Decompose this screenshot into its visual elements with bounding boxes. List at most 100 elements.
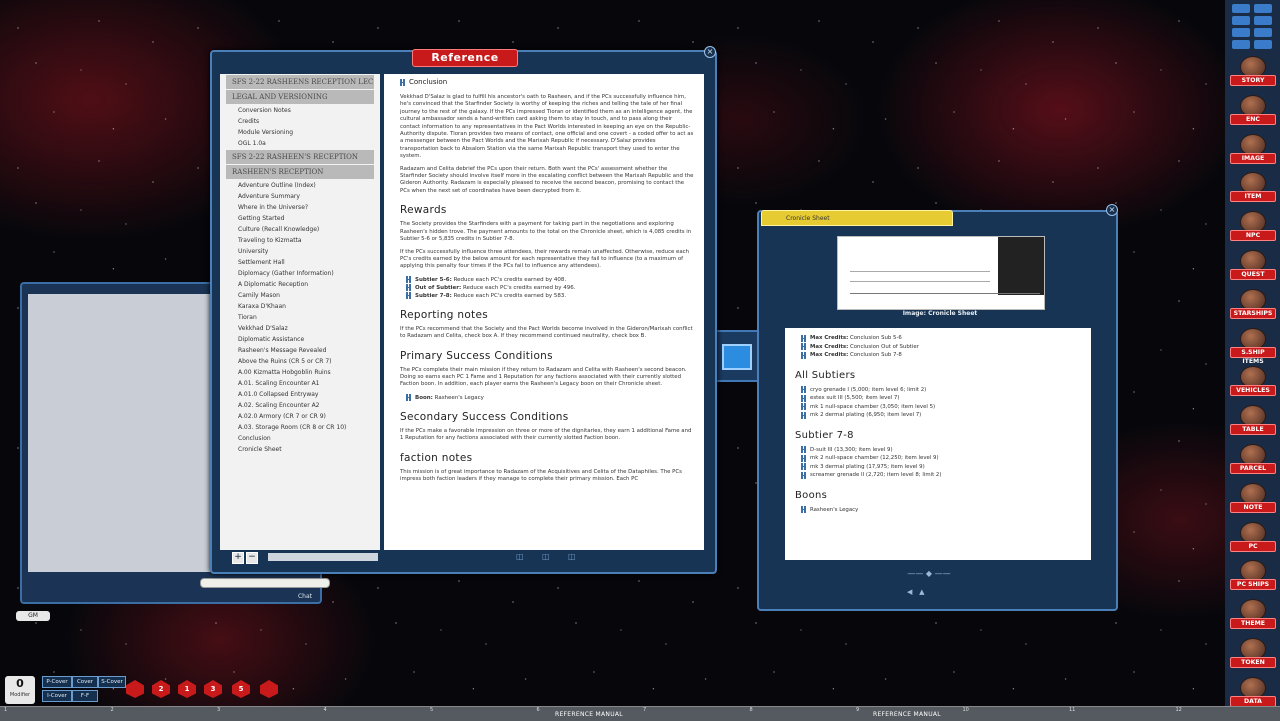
toc-item[interactable]: A.01.0 Collapsed Entryway [220,389,380,400]
item-entry[interactable]: mk 3 dermal plating (17,975; item level … [795,463,1081,472]
toc-item[interactable]: Karaxa D'Khaan [220,301,380,312]
toc-group-heading[interactable]: LEGAL AND VERSIONING [226,90,374,104]
reference-window-title[interactable]: Reference [412,49,518,67]
toc-item[interactable]: Cronicle Sheet [220,444,380,455]
item-entry[interactable]: cryo grenade I (5,000; item level 6; lim… [795,386,1081,395]
next-icon[interactable]: ▲ [919,588,924,596]
toolbar-icon[interactable] [1254,40,1272,49]
toolbar-icon[interactable] [1254,4,1272,13]
toc-item[interactable]: Vekkhad D'Salaz [220,323,380,334]
toc-item[interactable]: A.02. Scaling Encounter A2 [220,400,380,411]
i-cover-button[interactable]: I-Cover [42,690,72,702]
toc-item[interactable]: Adventure Outline (Index) [220,180,380,191]
chronicle-window-title[interactable]: Cronicle Sheet [761,210,953,226]
toc-item[interactable]: Getting Started [220,213,380,224]
max-credits-item[interactable]: Max Credits: Conclusion Out of Subtier [795,343,1081,352]
bottom-hotkey-bar[interactable]: REFERENCE MANUAL REFERENCE MANUAL 123456… [0,706,1280,721]
toc-item[interactable]: Adventure Summary [220,191,380,202]
forward-icon[interactable]: ◫ [568,552,576,561]
item-entry[interactable]: mk 1 null-space chamber (3,050; item lev… [795,403,1081,412]
toc-item[interactable]: Rasheen's Message Revealed [220,345,380,356]
toolbar-icon[interactable] [1254,28,1272,37]
modifier-box[interactable]: 0 Modifier [5,676,35,704]
flat-footed-button[interactable]: F-F [72,690,98,702]
reward-item[interactable]: Subtier 5-6: Reduce each PC's credits ea… [400,276,694,284]
cover-button[interactable]: Cover [72,676,98,688]
toc-item[interactable]: A.03. Storage Room (CR 8 or CR 10) [220,422,380,433]
toc-item[interactable]: A Diplomatic Reception [220,279,380,290]
reward-item[interactable]: Out of Subtier: Reduce each PC's credits… [400,284,694,292]
close-icon[interactable]: × [704,46,716,58]
sidebar-button-theme[interactable]: THEME [1230,599,1276,630]
toc-item[interactable]: Conversion Notes [220,105,380,116]
toc-item[interactable]: A.00 Kizmatta Hobgoblin Ruins [220,367,380,378]
sidebar-button-token[interactable]: TOKEN [1230,638,1276,668]
reference-manual-label[interactable]: REFERENCE MANUAL [873,711,941,718]
gm-identity-button[interactable]: GM [16,611,50,621]
sidebar-button-pc-ships[interactable]: PC SHIPS [1230,560,1276,591]
p-cover-button[interactable]: P-Cover [42,676,72,688]
toolbar-icon[interactable] [1232,4,1250,13]
sidebar-button-starships[interactable]: STARSHIPS [1230,288,1276,319]
sidebar-button-pc[interactable]: PC [1230,521,1276,552]
toc-group-heading[interactable]: SFS 2-22 RASHEENS RECEPTION LEC [226,75,374,89]
previous-icon[interactable]: ◀ [907,588,912,596]
toc-item[interactable]: Settlement Hall [220,257,380,268]
home-icon[interactable]: ◫ [542,552,550,561]
toc-group-heading[interactable]: RASHEEN'S RECEPTION [226,165,374,179]
collapse-all-button[interactable]: − [246,552,258,564]
sidebar-button-image[interactable]: IMAGE [1230,133,1276,164]
boon-entry[interactable]: Rasheen's Legacy [795,506,1081,515]
sidebar-button-item[interactable]: ITEM [1230,172,1276,203]
sidebar-button-enc[interactable]: ENC [1230,94,1276,125]
back-icon[interactable]: ◫ [516,552,524,561]
sidebar-button-npc[interactable]: NPC [1230,211,1276,242]
sidebar-button-parcel[interactable]: PARCEL [1230,444,1276,474]
reward-item[interactable]: Subtier 7-8: Reduce each PC's credits ea… [400,292,694,300]
max-credits-item[interactable]: Max Credits: Conclusion Sub 5-6 [795,334,1081,343]
toc-item[interactable]: A.01. Scaling Encounter A1 [220,378,380,389]
search-input[interactable] [268,553,378,561]
toc-item[interactable]: Diplomatic Assistance [220,334,380,345]
sidebar-button-quest[interactable]: QUEST [1230,250,1276,280]
s-cover-button[interactable]: S-Cover [98,676,126,688]
reference-footer: + − ◫ ◫ ◫ [220,552,704,564]
sidebar-button-note[interactable]: NOTE [1230,482,1276,513]
sidebar-button-data[interactable]: DATA [1230,676,1276,707]
item-entry[interactable]: mk 2 dermal plating (6,950; item level 7… [795,411,1081,420]
chronicle-sheet-image[interactable] [837,236,1045,310]
toolbar-icon[interactable] [1232,28,1250,37]
toc-item[interactable]: A.02.0 Armory (CR 7 or CR 9) [220,411,380,422]
item-entry[interactable]: D-suit III (13,300; item level 9) [795,446,1081,455]
sidebar-button-vehicles[interactable]: VEHICLES [1230,366,1276,397]
sidebar-button-story[interactable]: STORY [1230,56,1276,86]
toc-item[interactable]: Tioran [220,312,380,323]
chat-input[interactable] [200,578,330,588]
item-entry[interactable]: mk 2 null-space chamber (12,250; item le… [795,454,1081,463]
close-icon[interactable]: × [1106,204,1118,216]
link-icon[interactable] [400,78,406,86]
toc-item[interactable]: Where in the Universe? [220,202,380,213]
toc-item[interactable]: Culture (Recall Knowledge) [220,224,380,235]
sidebar-button-s-ship-items[interactable]: S.SHIP ITEMS [1230,327,1276,365]
reference-manual-label[interactable]: REFERENCE MANUAL [555,711,623,718]
toc-item[interactable]: Camily Mason [220,290,380,301]
item-entry[interactable]: screamer grenade II (2,720; item level 8… [795,471,1081,480]
toolbar-icon[interactable] [1232,16,1250,25]
toc-item[interactable]: Credits [220,116,380,127]
toc-item[interactable]: Diplomacy (Gather Information) [220,268,380,279]
toc-item[interactable]: University [220,246,380,257]
toc-item[interactable]: OGL 1.0a [220,138,380,149]
toc-group-heading[interactable]: SFS 2-22 RASHEEN'S RECEPTION [226,150,374,164]
boon-item[interactable]: Boon: Rasheen's Legacy [400,394,694,402]
toc-item[interactable]: Above the Ruins (CR 5 or CR 7) [220,356,380,367]
item-entry[interactable]: estex suit III (5,500; item level 7) [795,394,1081,403]
toolbar-icon[interactable] [1254,16,1272,25]
toolbar-icon[interactable] [1232,40,1250,49]
sidebar-button-table[interactable]: TABLE [1230,405,1276,436]
toc-item[interactable]: Module Versioning [220,127,380,138]
expand-all-button[interactable]: + [232,552,244,564]
toc-item[interactable]: Traveling to Kizmatta [220,235,380,246]
toc-item[interactable]: Conclusion [220,433,380,444]
max-credits-item[interactable]: Max Credits: Conclusion Sub 7-8 [795,351,1081,360]
